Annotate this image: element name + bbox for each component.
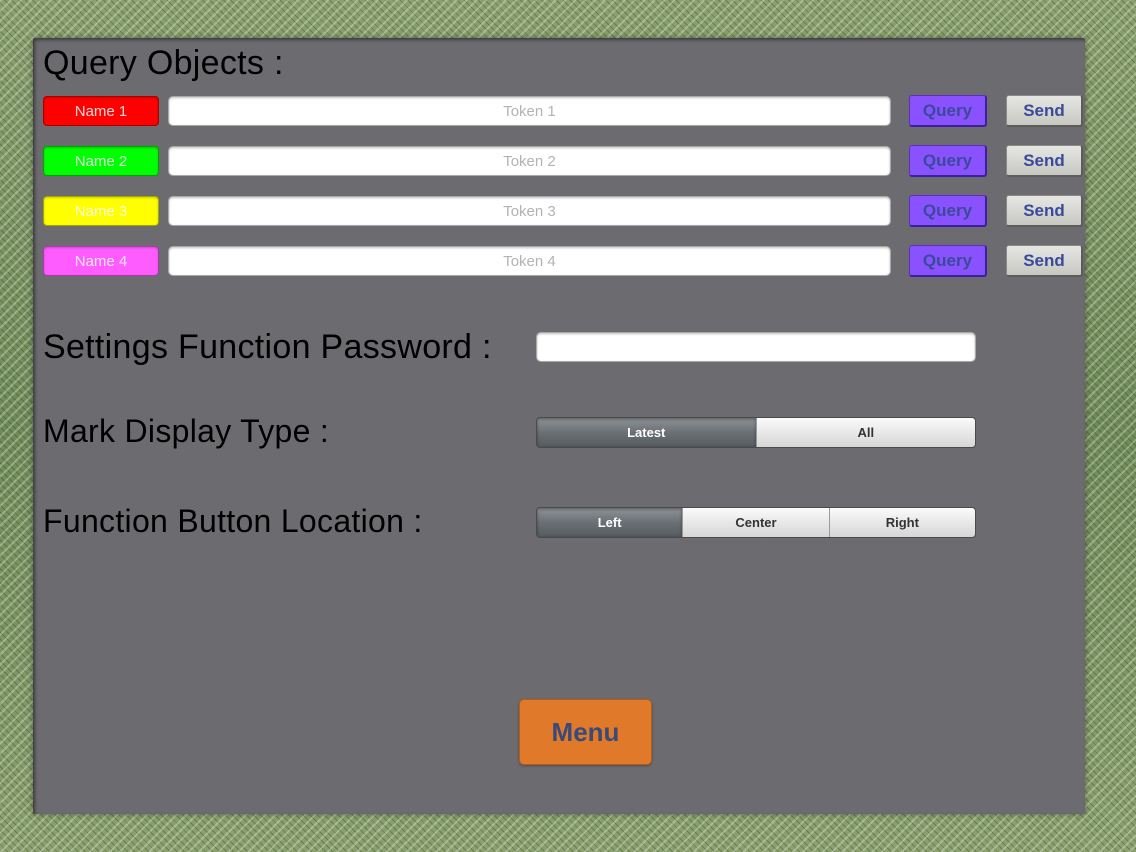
token-field-4[interactable]: Token 4 [168,246,891,276]
function-button-location-segmented-control: Left Center Right [536,507,976,538]
mark-display-type-label: Mark Display Type : [43,413,330,449]
query-button-4[interactable]: Query [909,245,987,277]
query-button-1[interactable]: Query [909,95,987,127]
token-field-1[interactable]: Token 1 [168,96,891,126]
query-button-2[interactable]: Query [909,145,987,177]
query-button-3[interactable]: Query [909,195,987,227]
settings-password-field[interactable] [536,332,976,362]
settings-password-label: Settings Function Password : [43,328,492,366]
query-objects-heading: Query Objects : [43,44,284,82]
name-field-4[interactable]: Name 4 [43,246,159,276]
name-field-3[interactable]: Name 3 [43,196,159,226]
menu-button[interactable]: Menu [519,699,652,765]
location-option-center[interactable]: Center [682,508,829,537]
send-button-2[interactable]: Send [1006,145,1083,177]
name-field-2[interactable]: Name 2 [43,146,159,176]
mark-display-option-all[interactable]: All [755,418,975,447]
function-button-location-label: Function Button Location : [43,503,423,539]
send-button-4[interactable]: Send [1006,245,1083,277]
location-option-right[interactable]: Right [828,508,975,537]
token-field-3[interactable]: Token 3 [168,196,891,226]
location-option-left[interactable]: Left [537,508,683,537]
name-field-1[interactable]: Name 1 [43,96,159,126]
send-button-3[interactable]: Send [1006,195,1083,227]
send-button-1[interactable]: Send [1006,95,1083,127]
mark-display-option-latest[interactable]: Latest [537,418,756,447]
token-field-2[interactable]: Token 2 [168,146,891,176]
mark-display-type-segmented-control: Latest All [536,417,976,448]
